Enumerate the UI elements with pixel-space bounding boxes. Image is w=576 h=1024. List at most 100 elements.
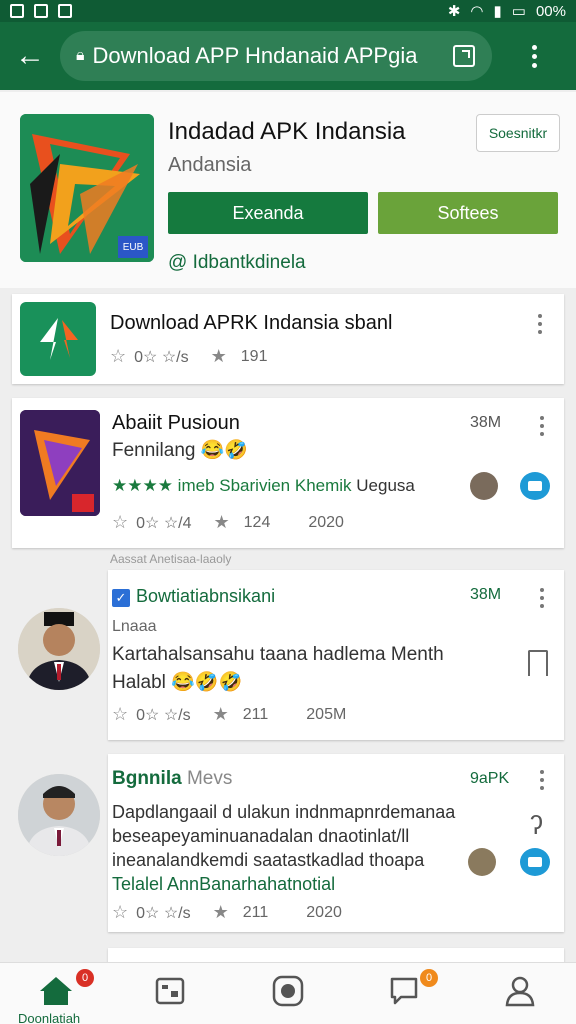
badge-icon: EUB (118, 236, 148, 258)
item-menu-button[interactable] (540, 770, 544, 790)
item-title: Download APRK Indansia sbanl (110, 312, 393, 334)
item-body-line: Telalel AnnBanarhahatnotial (112, 874, 336, 894)
list-item[interactable]: Abaiit Pusioun 38M Fennilang 😂🤣 ★★★★ ime… (12, 398, 564, 548)
lock-icon: 🔒︎ (76, 47, 85, 64)
list-item[interactable]: ✓ Bowtiatiabnsikani 38M Lnaaa Kartahalsan… (108, 570, 564, 740)
back-button[interactable]: ← (0, 22, 60, 90)
more-vert-icon (538, 314, 542, 334)
notification-badge: 0 (76, 969, 94, 987)
item-subtitle: Fennilang (112, 440, 196, 461)
notification-icon (58, 4, 72, 18)
app-icon (20, 410, 100, 516)
secondary-button[interactable]: Softees (378, 192, 558, 234)
star-icon: ★ (212, 704, 229, 724)
arrow-left-icon: ← (15, 39, 45, 72)
item-menu-button[interactable] (540, 416, 544, 436)
item-title-tail: Mevs (186, 768, 233, 789)
address-bar[interactable]: 🔒︎ Download APP Hndanaid APPgia (60, 31, 492, 81)
url-text: Download APP Hndanaid APPgia (92, 43, 418, 68)
rating-text: 0☆ ☆/4 (136, 514, 192, 532)
more-vert-icon (540, 588, 544, 608)
app-header: EUB Indadad APK Indansia Andansia Soesni… (0, 92, 576, 288)
nav-messages[interactable]: 0 (380, 969, 438, 1011)
star-outline-icon: ☆ (110, 346, 127, 366)
download-count: 211 (242, 705, 269, 723)
rating-text: 0☆ ☆/s (136, 904, 191, 922)
open-in-app-button[interactable] (444, 36, 484, 76)
list-item[interactable]: Download APRK Indansia sbanl ☆ 0☆ ☆/s ★ … (12, 294, 564, 384)
star-outline-icon: ☆ (112, 512, 129, 532)
share-button[interactable]: ʔ (530, 810, 543, 841)
item-body-line: Dapdlangaail d ulakun indnmapnrdemanaa (112, 802, 456, 822)
file-size: 9aPK (470, 770, 510, 787)
nav-home[interactable]: 0 (32, 969, 94, 1011)
bookmark-button[interactable] (528, 650, 548, 676)
item-title: Bowtiatiabnsikani (136, 586, 276, 606)
item-menu-button[interactable] (540, 588, 544, 608)
app-icon (20, 302, 96, 376)
item-title: Abaiit Pusioun (112, 412, 240, 434)
status-bar: ✱ ◠ ▮ ▭ 00% (0, 0, 576, 22)
rating-text: 0☆ ☆/s (136, 706, 191, 724)
signal-icon: ▮ (493, 3, 502, 20)
nav-apps[interactable] (146, 971, 194, 1011)
section-caption: Aassat Anetisaa-laaoly (110, 552, 232, 566)
record-icon (272, 975, 304, 1007)
file-size: 38M (470, 414, 502, 431)
item-body-line: ineanalandkemdi saatastkadlad thoapa (112, 850, 425, 870)
release-year: 2020 (306, 903, 342, 921)
hook-icon: ʔ (530, 810, 543, 840)
download-badge-button[interactable] (520, 472, 550, 500)
bottom-navigation: 0 Doonlatiah 0 (0, 962, 576, 1024)
nav-home-label: Doonlatiah (18, 1011, 81, 1024)
star-icon: ★ (212, 902, 229, 922)
corner-button[interactable]: Soesnitkr (476, 114, 560, 152)
app-title: Indadad APK Indansia (168, 118, 406, 145)
thumbnail-icon (468, 848, 496, 876)
dashboard-icon (155, 977, 185, 1005)
battery-icon: ▭ (511, 3, 526, 20)
notification-icon (34, 4, 48, 18)
item-body-line: Kartahalsansahu taana hadlema Menth (112, 644, 444, 665)
download-badge-button[interactable] (520, 848, 550, 876)
battery-percent: 00% (535, 2, 566, 20)
open-external-icon (453, 45, 475, 67)
release-year: 205M (306, 705, 347, 723)
install-button[interactable]: Exeanda (168, 192, 368, 234)
app-logo-icon: EUB (20, 114, 154, 262)
browser-toolbar: ← 🔒︎ Download APP Hndanaid APPgia (0, 22, 576, 90)
nav-profile[interactable] (496, 971, 544, 1011)
release-year: 2020 (308, 513, 344, 531)
star-icon: ★ (210, 346, 227, 366)
file-size: 38M (470, 586, 502, 603)
overflow-menu-button[interactable] (492, 22, 576, 90)
more-vert-icon (531, 44, 537, 68)
notification-icon (10, 4, 24, 18)
avatar (18, 774, 100, 856)
rating-text: 0☆ ☆/s (134, 348, 189, 366)
verified-icon: ✓ (112, 589, 130, 607)
item-menu-button[interactable] (538, 314, 542, 334)
nav-camera[interactable] (264, 971, 312, 1011)
promo-tail: Uegusa (356, 476, 415, 495)
star-icon: ★ (213, 512, 230, 532)
item-body-line: Halabl (112, 672, 166, 693)
bluetooth-icon: ✱ (447, 3, 461, 20)
avatar (18, 608, 100, 690)
more-vert-icon (540, 770, 544, 790)
star-outline-icon: ☆ (112, 902, 129, 922)
download-count: 191 (240, 347, 268, 365)
promo-text: ★★★★ imeb Sbarivien Khemik (112, 476, 352, 495)
home-icon (40, 977, 72, 1005)
emoji-text: 😂🤣🤣 (171, 672, 243, 693)
chat-bubble-icon (390, 977, 418, 1005)
download-count: 124 (243, 513, 271, 531)
more-vert-icon (540, 416, 544, 436)
person-icon (505, 976, 535, 1007)
app-developer: Andansia (168, 154, 252, 176)
thumbnail-icon (470, 472, 498, 500)
list-item[interactable]: Bgnnila Mevs 9aPK Dapdlangaail d ulakun … (108, 754, 564, 932)
developer-link[interactable]: @ Idbantkdinela (168, 252, 306, 274)
emoji-text: 😂🤣 (200, 440, 249, 461)
item-title: Bgnnila (112, 768, 182, 789)
